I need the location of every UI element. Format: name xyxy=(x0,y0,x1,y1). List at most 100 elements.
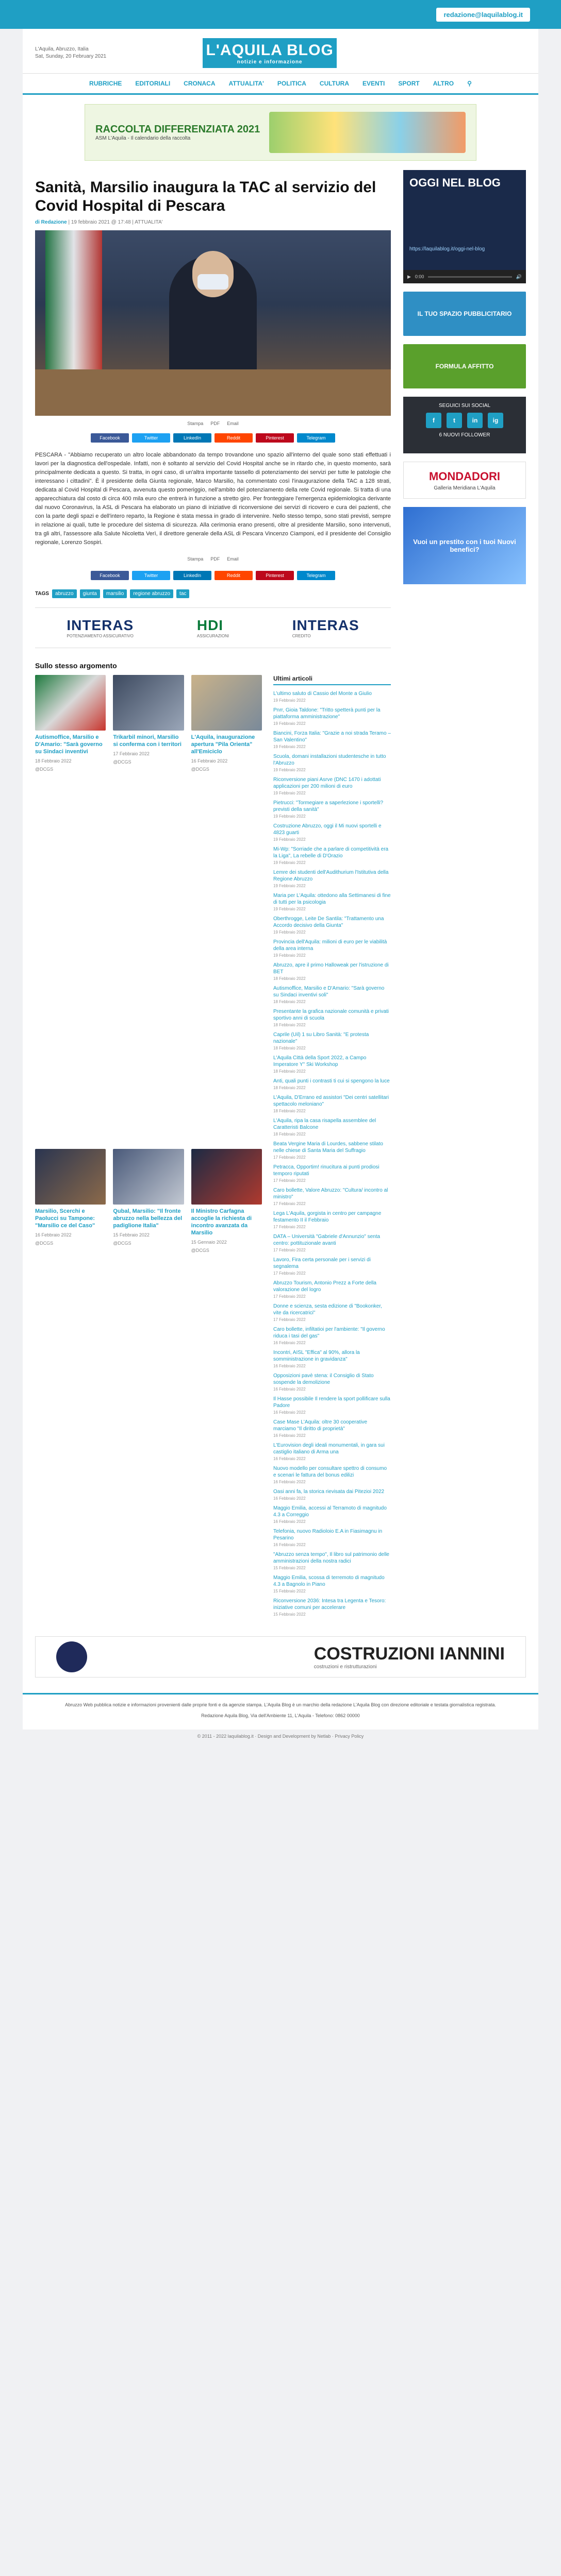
latest-article-item[interactable]: DATA – Università "Gabriele d'Annunzio" … xyxy=(273,1233,391,1257)
latest-article-item[interactable]: Biancini, Forza Italia: "Grazie a noi st… xyxy=(273,730,391,753)
latest-article-title[interactable]: Pietrucci: "Tormegiare a saperlezione i … xyxy=(273,800,383,812)
sidebar-ad-affitto[interactable]: FORMULA AFFITTO xyxy=(403,344,526,388)
latest-article-item[interactable]: Case Mase L'Aquila: oltre 30 cooperative… xyxy=(273,1419,391,1442)
latest-article-item[interactable]: Lemre dei studenti dell'Audithurium l'Is… xyxy=(273,869,391,892)
tag-marsilio[interactable]: marsilio xyxy=(103,589,127,598)
latest-article-title[interactable]: Mi-Wp: "Sorriade che a parlare di compet… xyxy=(273,846,388,859)
byline-author[interactable]: di Redazione xyxy=(35,219,67,225)
twitter-icon[interactable]: t xyxy=(447,413,462,428)
related-card[interactable]: Il Ministro Carfagna accoglie la richies… xyxy=(191,1149,262,1621)
latest-article-title[interactable]: L'Aquila, D'Errano ed assistori "Dei cen… xyxy=(273,1095,389,1107)
latest-article-item[interactable]: Presentante la grafica nazionale comunit… xyxy=(273,1008,391,1031)
latest-article-title[interactable]: Opposizioni pavè stena: il Consiglio di … xyxy=(273,1373,374,1385)
latest-article-item[interactable]: Pnrr, Gioia Taldone: "Tritto spetterà pu… xyxy=(273,707,391,730)
related-card[interactable]: Marsilio, Scerchi e Paolucci su Tampone:… xyxy=(35,1149,106,1621)
email-link-bottom[interactable]: Email xyxy=(227,556,239,562)
latest-article-title[interactable]: L'Aquila, ripa la casa risapella assembl… xyxy=(273,1118,376,1130)
sidebar-ad-spazio[interactable]: IL TUO SPAZIO PUBBLICITARIO xyxy=(403,292,526,336)
bottom-banner-ad[interactable]: COSTRUZIONI IANNINI costruzioni e ristru… xyxy=(35,1636,526,1677)
latest-article-item[interactable]: Abruzzo, apre il primo Halloweak per l'i… xyxy=(273,962,391,985)
latest-article-title[interactable]: Abruzzo, apre il primo Halloweak per l'i… xyxy=(273,962,389,975)
print-link-bottom[interactable]: Stampa xyxy=(187,556,203,562)
instagram-icon[interactable]: ig xyxy=(488,413,503,428)
share-telegram-button[interactable]: Telegram xyxy=(297,571,335,580)
latest-article-item[interactable]: Maggio Emilia, accessi al Terramoto di m… xyxy=(273,1505,391,1528)
latest-article-title[interactable]: L'Eurovision degli ideali monumentali, i… xyxy=(273,1443,385,1455)
latest-article-title[interactable]: Riconversione piani Asrve (DNC 1470 i ad… xyxy=(273,777,381,789)
nav-item-cultura[interactable]: CULTURA xyxy=(320,80,349,87)
latest-article-title[interactable]: Lavoro, Fira certa personale per i servi… xyxy=(273,1257,371,1269)
nav-item-eventi[interactable]: EVENTI xyxy=(362,80,385,87)
share-linkedin-button[interactable]: LinkedIn xyxy=(173,571,211,580)
play-icon[interactable]: ▶ xyxy=(407,274,411,280)
latest-article-item[interactable]: L'ultimo saluto di Cassio del Monte a Gi… xyxy=(273,690,391,707)
share-telegram-button[interactable]: Telegram xyxy=(297,433,335,443)
sidebar-ad-prestito[interactable]: Vuoi un prestito con i tuoi Nuovi benefi… xyxy=(403,507,526,584)
latest-article-item[interactable]: L'Eurovision degli ideali monumentali, i… xyxy=(273,1442,391,1465)
latest-article-title[interactable]: L'Aquila Città della Sport 2022, a Campo… xyxy=(273,1055,366,1067)
share-facebook-button[interactable]: Facebook xyxy=(91,571,129,580)
mondadori-ad[interactable]: MONDADORI Galleria Meridiana L'Aquila xyxy=(403,462,526,499)
share-linkedin-button[interactable]: LinkedIn xyxy=(173,433,211,443)
linkedin-icon[interactable]: in xyxy=(467,413,483,428)
share-reddit-button[interactable]: Reddit xyxy=(214,571,253,580)
related-title[interactable]: L'Aquila, inaugurazione apertura "Pila O… xyxy=(191,734,262,755)
latest-article-title[interactable]: Maggio Emilia, scossa di terremoto di ma… xyxy=(273,1575,385,1587)
latest-article-item[interactable]: Oasi anni fa, la storica rievisata dai P… xyxy=(273,1488,391,1505)
related-card[interactable]: Autismoffice, Marsilio e D'Amario: "Sarà… xyxy=(35,675,106,1140)
share-pinterest-button[interactable]: Pinterest xyxy=(256,433,294,443)
nav-item-attualita[interactable]: ATTUALITA' xyxy=(229,80,264,87)
player-progress[interactable] xyxy=(428,276,512,278)
latest-article-item[interactable]: Il Hasse possibile Il rendere la sport p… xyxy=(273,1396,391,1419)
search-icon[interactable]: ⚲ xyxy=(467,80,472,87)
latest-article-item[interactable]: Beata Vergine Maria di Lourdes, sabbene … xyxy=(273,1141,391,1164)
latest-article-title[interactable]: Petracca, Opportim! rinucitura ai punti … xyxy=(273,1164,380,1177)
latest-article-title[interactable]: Caprile (Uil) 1 su Libro Sanità: "E prot… xyxy=(273,1032,369,1044)
latest-article-item[interactable]: Incontri, AISL "Effica" al 90%, allora l… xyxy=(273,1349,391,1372)
nav-item-sport[interactable]: SPORT xyxy=(398,80,419,87)
tag-regione-abruzzo[interactable]: regione abruzzo xyxy=(130,589,174,598)
share-pinterest-button[interactable]: Pinterest xyxy=(256,571,294,580)
latest-article-title[interactable]: Telefonia, nuovo Radioloio E.A in Fiasim… xyxy=(273,1529,382,1541)
latest-article-item[interactable]: Mi-Wp: "Sorriade che a parlare di compet… xyxy=(273,846,391,869)
latest-article-item[interactable]: Telefonia, nuovo Radioloio E.A in Fiasim… xyxy=(273,1528,391,1551)
latest-article-item[interactable]: Pietrucci: "Tormegiare a saperlezione i … xyxy=(273,800,391,823)
latest-article-title[interactable]: Riconversione 2036: Intesa tra Legenta e… xyxy=(273,1598,386,1611)
latest-article-item[interactable]: L'Aquila Città della Sport 2022, a Campo… xyxy=(273,1055,391,1078)
latest-article-item[interactable]: Scuola, domani installazioni studentesch… xyxy=(273,753,391,776)
latest-article-title[interactable]: Presentante la grafica nazionale comunit… xyxy=(273,1009,389,1021)
latest-article-item[interactable]: Maria per L'Aquila: ottedono alla Settim… xyxy=(273,892,391,916)
nav-item-editoriali[interactable]: EDITORIALI xyxy=(135,80,170,87)
latest-article-title[interactable]: Scuola, domani installazioni studentesch… xyxy=(273,754,386,766)
latest-article-item[interactable]: Riconversione piani Asrve (DNC 1470 i ad… xyxy=(273,776,391,800)
sponsor-interas[interactable]: INTERAS POTENZIAMENTO ASSICURATIVO xyxy=(67,617,134,638)
nav-item-cronaca[interactable]: CRONACA xyxy=(184,80,215,87)
share-facebook-button[interactable]: Facebook xyxy=(91,433,129,443)
latest-article-title[interactable]: L'ultimo saluto di Cassio del Monte a Gi… xyxy=(273,691,372,697)
latest-article-title[interactable]: Provincia dell'Aquila: milioni di euro p… xyxy=(273,939,387,952)
latest-article-title[interactable]: Incontri, AISL "Effica" al 90%, allora l… xyxy=(273,1350,360,1362)
latest-article-title[interactable]: Abruzzo Tourism, Antonio Prezz a Forte d… xyxy=(273,1280,376,1293)
latest-article-title[interactable]: Caro bollette, Valore Abruzzo: "Cultura/… xyxy=(273,1188,388,1200)
latest-article-item[interactable]: Riconversione 2036: Intesa tra Legenta e… xyxy=(273,1598,391,1621)
share-twitter-button[interactable]: Twitter xyxy=(132,433,170,443)
related-card[interactable]: Qubal, Marsilio: "Il fronte abruzzo nell… xyxy=(113,1149,184,1621)
latest-article-item[interactable]: L'Aquila, ripa la casa risapella assembl… xyxy=(273,1117,391,1141)
related-title[interactable]: Qubal, Marsilio: "Il fronte abruzzo nell… xyxy=(113,1208,184,1229)
related-title[interactable]: Autismoffice, Marsilio e D'Amario: "Sarà… xyxy=(35,734,106,755)
latest-article-item[interactable]: Anti, quali punti i contrasti ti cui si … xyxy=(273,1078,391,1094)
latest-article-title[interactable]: Donne e scienza, sesta edizione di "Book… xyxy=(273,1303,382,1316)
latest-article-title[interactable]: Il Hasse possibile Il rendere la sport p… xyxy=(273,1396,390,1409)
latest-article-title[interactable]: "Abruzzo senza tempo", Il libro sul patr… xyxy=(273,1552,389,1564)
latest-article-item[interactable]: Caro bollette, Valore Abruzzo: "Cultura/… xyxy=(273,1187,391,1210)
latest-article-item[interactable]: Petracca, Opportim! rinucitura ai punti … xyxy=(273,1164,391,1187)
latest-article-item[interactable]: Opposizioni pavè stena: il Consiglio di … xyxy=(273,1372,391,1396)
latest-article-title[interactable]: Oberthrogge, Leite De Santila: "Trattame… xyxy=(273,916,384,928)
latest-article-item[interactable]: Abruzzo Tourism, Antonio Prezz a Forte d… xyxy=(273,1280,391,1303)
nav-item-politica[interactable]: POLITICA xyxy=(277,80,306,87)
related-title[interactable]: Marsilio, Scerchi e Paolucci su Tampone:… xyxy=(35,1208,106,1229)
latest-article-item[interactable]: L'Aquila, D'Errano ed assistori "Dei cen… xyxy=(273,1094,391,1117)
latest-article-item[interactable]: Provincia dell'Aquila: milioni di euro p… xyxy=(273,939,391,962)
nav-item-altro[interactable]: ALTRO xyxy=(433,80,454,87)
facebook-icon[interactable]: f xyxy=(426,413,441,428)
